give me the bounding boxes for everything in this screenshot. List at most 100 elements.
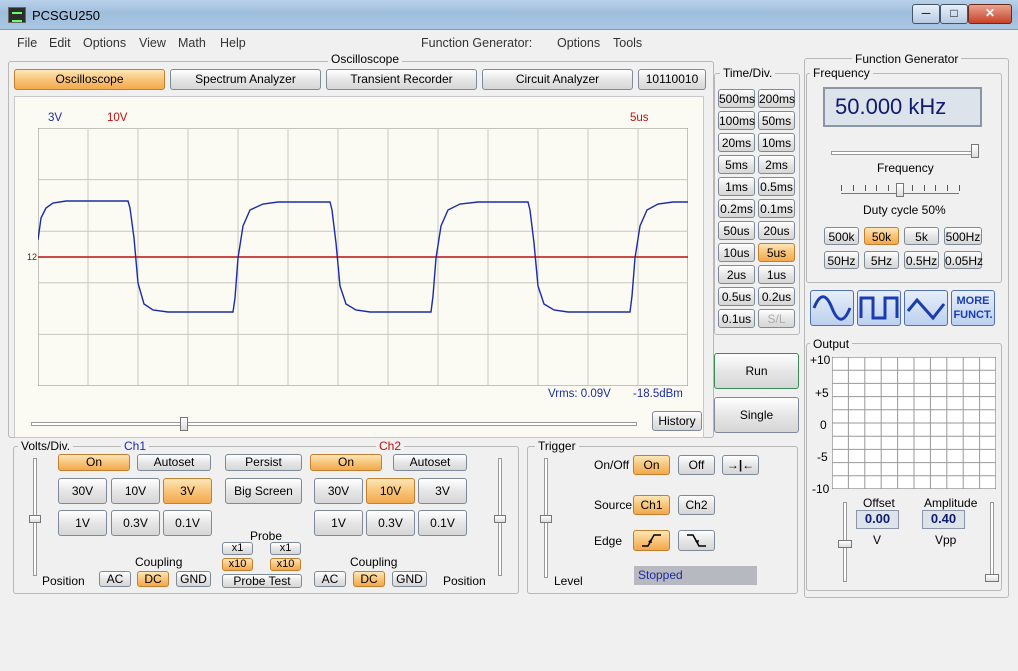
menu-view[interactable]: View bbox=[139, 36, 166, 50]
trigger-off-button[interactable]: Off bbox=[678, 455, 715, 475]
menu-math[interactable]: Math bbox=[178, 36, 206, 50]
amplitude-slider[interactable] bbox=[990, 502, 994, 582]
frequency-display[interactable]: 50.000 kHz bbox=[823, 87, 982, 127]
timediv-button[interactable]: 0.5ms bbox=[758, 177, 795, 196]
duty-cycle-thumb[interactable] bbox=[896, 183, 904, 197]
timediv-button[interactable]: 200ms bbox=[758, 89, 795, 108]
big-screen-button[interactable]: Big Screen bbox=[225, 478, 302, 504]
timediv-button[interactable]: 0.1ms bbox=[758, 199, 795, 218]
persist-button[interactable]: Persist bbox=[225, 454, 302, 471]
timediv-button[interactable]: S/L bbox=[758, 309, 795, 328]
ch1-range-0.1v[interactable]: 0.1V bbox=[163, 510, 212, 536]
history-button[interactable]: History bbox=[652, 411, 702, 431]
freq-range-50hz[interactable]: 50Hz bbox=[824, 251, 859, 269]
ch2-range-0.1v[interactable]: 0.1V bbox=[418, 510, 467, 536]
ch1-range-0.3v[interactable]: 0.3V bbox=[111, 510, 160, 536]
freq-range-500hz[interactable]: 500Hz bbox=[944, 227, 982, 245]
sine-wave-button[interactable] bbox=[810, 290, 854, 326]
single-button[interactable]: Single bbox=[714, 397, 799, 433]
ch2-range-1v[interactable]: 1V bbox=[314, 510, 363, 536]
tab-transient-recorder[interactable]: Transient Recorder bbox=[326, 69, 477, 90]
ch2-range-30v[interactable]: 30V bbox=[314, 478, 363, 504]
trigger-source-ch2[interactable]: Ch2 bbox=[678, 495, 715, 515]
probe-test-button[interactable]: Probe Test bbox=[222, 574, 302, 588]
menu-function-generator[interactable]: Function Generator: bbox=[421, 36, 532, 50]
timediv-button[interactable]: 2us bbox=[718, 265, 755, 284]
timediv-button[interactable]: 500ms bbox=[718, 89, 755, 108]
tab-oscilloscope[interactable]: Oscilloscope bbox=[14, 69, 165, 90]
run-button[interactable]: Run bbox=[714, 353, 799, 389]
menu-file[interactable]: File bbox=[17, 36, 37, 50]
freq-range-50k[interactable]: 50k bbox=[864, 227, 899, 245]
ch1-range-10v[interactable]: 10V bbox=[111, 478, 160, 504]
menu-help[interactable]: Help bbox=[220, 36, 246, 50]
ch1-range-30v[interactable]: 30V bbox=[58, 478, 107, 504]
ch2-position-thumb[interactable] bbox=[494, 515, 506, 523]
ch2-coupling-gnd[interactable]: GND bbox=[392, 571, 427, 587]
freq-range-500k[interactable]: 500k bbox=[824, 227, 859, 245]
ch1-coupling-ac[interactable]: AC bbox=[99, 571, 131, 587]
freq-range-0.05hz[interactable]: 0.05Hz bbox=[944, 251, 983, 269]
ch2-probe-x1[interactable]: x1 bbox=[270, 542, 301, 555]
timediv-button[interactable]: 1ms bbox=[718, 177, 755, 196]
history-slider-thumb[interactable] bbox=[180, 417, 188, 431]
menu-fg-options[interactable]: Options bbox=[557, 36, 600, 50]
ch2-coupling-dc[interactable]: DC bbox=[353, 571, 385, 587]
ch1-coupling-gnd[interactable]: GND bbox=[176, 571, 211, 587]
scope-grid[interactable] bbox=[38, 128, 688, 386]
amplitude-slider-thumb[interactable] bbox=[985, 574, 999, 582]
timediv-button[interactable]: 20us bbox=[758, 221, 795, 240]
timediv-button[interactable]: 20ms bbox=[718, 133, 755, 152]
timediv-button[interactable]: 0.5us bbox=[718, 287, 755, 306]
trigger-source-ch1[interactable]: Ch1 bbox=[633, 495, 670, 515]
trigger-center-button[interactable]: →|← bbox=[722, 455, 759, 475]
ch2-range-3v[interactable]: 3V bbox=[418, 478, 467, 504]
timediv-button[interactable]: 1us bbox=[758, 265, 795, 284]
ch1-range-1v[interactable]: 1V bbox=[58, 510, 107, 536]
timediv-button[interactable]: 100ms bbox=[718, 111, 755, 130]
ch1-position-thumb[interactable] bbox=[29, 515, 41, 523]
timediv-button[interactable]: 0.1us bbox=[718, 309, 755, 328]
ch1-coupling-dc[interactable]: DC bbox=[137, 571, 169, 587]
square-wave-button[interactable] bbox=[857, 290, 901, 326]
ch2-on-button[interactable]: On bbox=[310, 454, 382, 471]
triangle-wave-button[interactable] bbox=[904, 290, 948, 326]
freq-range-5k[interactable]: 5k bbox=[904, 227, 939, 245]
frequency-slider-thumb[interactable] bbox=[971, 144, 979, 158]
tab-circuit-analyzer[interactable]: Circuit Analyzer bbox=[482, 69, 633, 90]
timediv-button[interactable]: 5ms bbox=[718, 155, 755, 174]
ch2-probe-x10[interactable]: x10 bbox=[270, 558, 301, 571]
offset-slider-thumb[interactable] bbox=[838, 540, 852, 548]
timediv-button[interactable]: 2ms bbox=[758, 155, 795, 174]
menu-fg-tools[interactable]: Tools bbox=[613, 36, 642, 50]
close-button[interactable]: ✕ bbox=[968, 4, 1012, 24]
trigger-on-button[interactable]: On bbox=[633, 455, 670, 475]
frequency-slider[interactable] bbox=[831, 151, 977, 155]
timediv-button[interactable]: 50us bbox=[718, 221, 755, 240]
trigger-level-thumb[interactable] bbox=[540, 515, 552, 523]
tab-spectrum-analyzer[interactable]: Spectrum Analyzer bbox=[170, 69, 321, 90]
ch1-probe-x10[interactable]: x10 bbox=[222, 558, 253, 571]
ch1-probe-x1[interactable]: x1 bbox=[222, 542, 253, 555]
minimize-button[interactable]: ─ bbox=[912, 4, 940, 24]
history-slider[interactable] bbox=[31, 422, 637, 426]
timediv-button[interactable]: 10us bbox=[718, 243, 755, 262]
amplitude-value[interactable]: 0.40 bbox=[922, 510, 965, 529]
freq-range-5hz[interactable]: 5Hz bbox=[864, 251, 899, 269]
ch2-autoset-button[interactable]: Autoset bbox=[393, 454, 467, 471]
ch2-range-0.3v[interactable]: 0.3V bbox=[366, 510, 415, 536]
timediv-button[interactable]: 10ms bbox=[758, 133, 795, 152]
ch1-autoset-button[interactable]: Autoset bbox=[137, 454, 211, 471]
menu-options[interactable]: Options bbox=[83, 36, 126, 50]
maximize-button[interactable]: □ bbox=[940, 4, 968, 24]
offset-value[interactable]: 0.00 bbox=[856, 510, 899, 529]
ch1-on-button[interactable]: On bbox=[58, 454, 130, 471]
timediv-button[interactable]: 50ms bbox=[758, 111, 795, 130]
ch2-range-10v[interactable]: 10V bbox=[366, 478, 415, 504]
timediv-button[interactable]: 5us bbox=[758, 243, 795, 262]
menu-edit[interactable]: Edit bbox=[49, 36, 71, 50]
timediv-button[interactable]: 0.2ms bbox=[718, 199, 755, 218]
tab-logic[interactable]: 10110010 bbox=[638, 69, 706, 90]
timediv-button[interactable]: 0.2us bbox=[758, 287, 795, 306]
trigger-falling-edge-button[interactable] bbox=[678, 530, 715, 551]
